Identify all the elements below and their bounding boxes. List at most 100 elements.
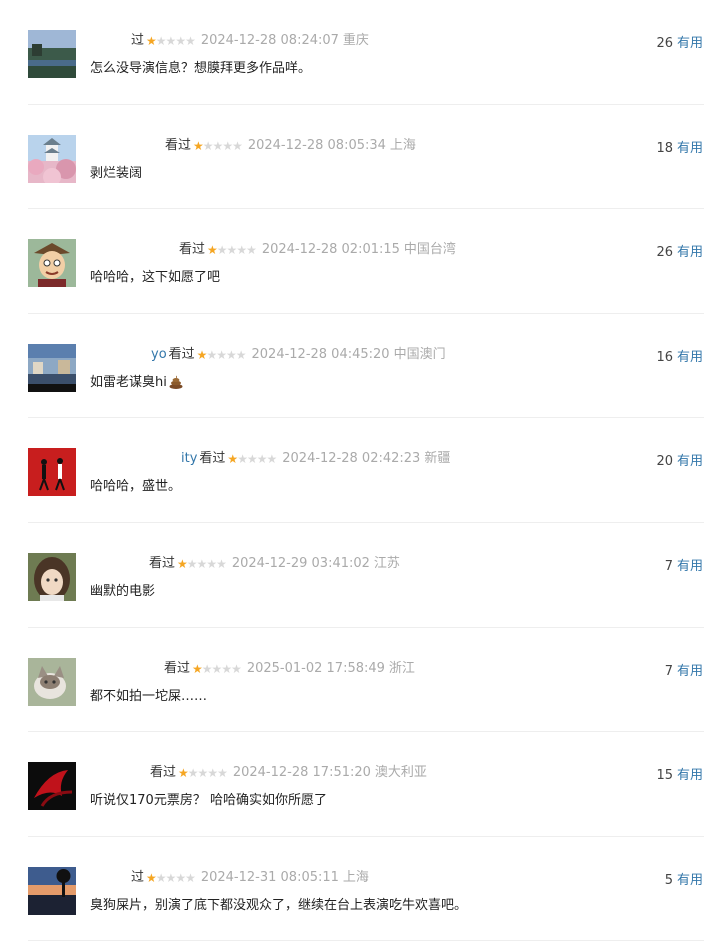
- comment-location: 重庆: [342, 33, 369, 48]
- watch-status: 看过: [165, 137, 192, 153]
- comment-time: 2024-12-28 08:05:34: [247, 137, 386, 153]
- comment-meta: 看过 ★★★★★ 2024-12-28 17:51:20 澳大利亚: [148, 764, 427, 782]
- empty-star-icon: ★: [186, 556, 198, 571]
- comment-meta: yo 看过 ★★★★★ 2024-12-28 04:45:20 中国澳门: [151, 346, 446, 364]
- filled-star-icon: ★: [192, 661, 203, 676]
- watch-status: 看过: [164, 660, 191, 676]
- empty-star-icon: ★: [235, 347, 247, 362]
- empty-star-icon: ★: [246, 452, 258, 467]
- user-avatar[interactable]: [28, 239, 76, 288]
- comment-time: 2024-12-28 04:45:20: [251, 346, 390, 362]
- watch-status: 看过: [199, 451, 226, 467]
- empty-star-icon: ★: [175, 34, 186, 48]
- watch-status: 看过: [150, 765, 177, 781]
- user-avatar[interactable]: [28, 448, 76, 497]
- useful-vote-button[interactable]: 有用: [677, 141, 703, 156]
- comment-text: 剥烂装阔: [90, 165, 143, 181]
- empty-star-icon: ★: [216, 243, 228, 258]
- empty-star-icon: ★: [207, 766, 218, 781]
- filled-star-icon: ★: [178, 766, 189, 781]
- comment-meta: 看过 ★★★★★ 2025-01-02 17:58:49 浙江: [162, 660, 415, 678]
- comment-content: 听说仅170元票房？ 哈哈确实如你所愿了: [90, 789, 327, 808]
- useful-vote-button[interactable]: 有用: [677, 350, 703, 365]
- comment-location: 中国台湾: [403, 242, 456, 258]
- vote-area: 7 有用: [665, 555, 703, 574]
- comment-meta: 看过 ★★★★★ 2024-12-29 03:41:02 江苏: [147, 555, 400, 573]
- user-avatar[interactable]: [28, 30, 76, 78]
- useful-vote-button[interactable]: 有用: [677, 454, 703, 469]
- empty-star-icon: ★: [217, 766, 228, 781]
- vote-count: 15: [656, 768, 673, 784]
- empty-star-icon: ★: [216, 556, 227, 571]
- comment-item: yo 看过 ★★★★★ 2024-12-28 04:45:20 中国澳门 16 有用 如雷…: [28, 314, 704, 419]
- useful-vote-button[interactable]: 有用: [677, 768, 703, 783]
- empty-star-icon: ★: [185, 34, 196, 48]
- vote-count: 18: [656, 140, 673, 156]
- rating-stars: ★★★★★: [197, 346, 247, 364]
- vote-area: 18 有用: [656, 137, 703, 156]
- comment-location: 中国澳门: [393, 346, 446, 362]
- comment-text: 如雷老谋臭hi: [90, 374, 167, 390]
- empty-star-icon: ★: [212, 138, 224, 153]
- useful-vote-button[interactable]: 有用: [677, 559, 703, 574]
- comment-meta: 看过 ★★★★★ 2024-12-28 02:01:15 中国台湾: [177, 241, 456, 259]
- empty-star-icon: ★: [216, 347, 227, 362]
- empty-star-icon: ★: [231, 661, 242, 676]
- user-avatar[interactable]: [28, 762, 76, 811]
- rating-stars: ★★★★★: [146, 869, 196, 887]
- rating-stars: ★★★★★: [178, 764, 228, 782]
- user-avatar[interactable]: [28, 343, 76, 392]
- comment-item: 过 ★★★★★ 2024-12-31 08:05:11 上海 5 有用 臭狗屎片，别演了…: [28, 837, 704, 941]
- watch-status: 看过: [149, 555, 176, 571]
- comment-location: 江苏: [373, 555, 400, 571]
- filled-star-icon: ★: [146, 34, 157, 48]
- comment-item: 看过 ★★★★★ 2024-12-28 02:01:15 中国台湾 26 有用 哈哈哈，…: [28, 209, 704, 314]
- watch-status: 过: [131, 869, 145, 885]
- empty-star-icon: ★: [237, 452, 248, 467]
- username-link[interactable]: ity: [181, 451, 197, 466]
- empty-star-icon: ★: [155, 870, 167, 885]
- user-avatar[interactable]: [28, 552, 76, 601]
- rating-stars: ★★★★★: [207, 241, 257, 259]
- watch-status: 过: [131, 33, 145, 48]
- comment-time: 2024-12-28 17:51:20: [232, 765, 371, 781]
- empty-star-icon: ★: [206, 556, 217, 571]
- empty-star-icon: ★: [201, 661, 213, 676]
- useful-vote-button[interactable]: 有用: [677, 873, 703, 888]
- comment-content: 都不如拍一坨屎……: [90, 685, 207, 704]
- username-link[interactable]: yo: [151, 347, 167, 362]
- vote-area: 15 有用: [656, 764, 703, 783]
- poop-emoji-icon: [167, 375, 183, 390]
- comment-location: 上海: [389, 137, 416, 153]
- user-avatar[interactable]: [28, 657, 76, 706]
- comment-location: 新疆: [424, 451, 451, 467]
- user-avatar[interactable]: [28, 134, 76, 183]
- empty-star-icon: ★: [155, 34, 167, 48]
- useful-vote-button[interactable]: 有用: [677, 664, 703, 679]
- vote-count: 7: [664, 558, 673, 574]
- rating-stars: ★★★★★: [193, 137, 243, 155]
- comment-content: 哈哈哈，盛世。: [90, 475, 181, 494]
- comment-time: 2024-12-28 08:24:07: [200, 33, 339, 48]
- vote-area: 7 有用: [665, 660, 703, 679]
- rating-stars: ★★★★★: [146, 32, 196, 50]
- vote-count: 20: [656, 454, 673, 470]
- filled-star-icon: ★: [193, 138, 204, 153]
- comment-content: 怎么没导演信息？想膜拜更多作品咩。: [90, 57, 311, 76]
- empty-star-icon: ★: [222, 138, 233, 153]
- comment-content: 幽默的电影: [90, 580, 155, 599]
- empty-star-icon: ★: [202, 138, 214, 153]
- useful-vote-button[interactable]: 有用: [677, 36, 703, 51]
- comment-text: 哈哈哈，盛世。: [90, 479, 182, 495]
- comment-time: 2024-12-28 02:01:15: [261, 242, 400, 258]
- user-avatar[interactable]: [28, 866, 76, 915]
- filled-star-icon: ★: [207, 243, 218, 258]
- vote-area: 16 有用: [656, 346, 703, 365]
- empty-star-icon: ★: [221, 661, 232, 676]
- vote-count: 26: [656, 36, 673, 51]
- comment-location: 澳大利亚: [374, 765, 427, 781]
- empty-star-icon: ★: [211, 661, 223, 676]
- watch-status: 看过: [179, 242, 206, 258]
- comment-content: 哈哈哈，这下如愿了吧: [90, 266, 220, 285]
- useful-vote-button[interactable]: 有用: [677, 245, 703, 260]
